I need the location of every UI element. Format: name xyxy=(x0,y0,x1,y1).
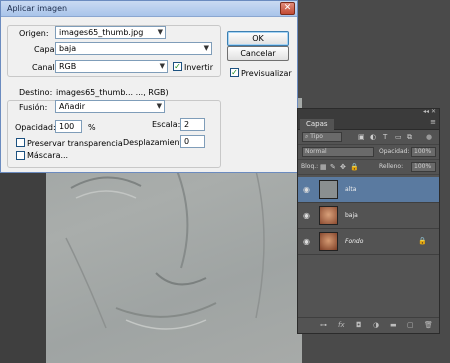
layer-name: baja xyxy=(345,212,358,219)
dialog-titlebar: Aplicar imagen ✕ xyxy=(1,1,297,17)
collapse-icon[interactable]: ◂◂ ✕ xyxy=(423,108,436,115)
layer-name: Fondo xyxy=(345,238,364,245)
capa-label: Capa: xyxy=(34,45,58,54)
fill-field[interactable]: 100% xyxy=(411,162,436,172)
panel-footer: ⊶ fx ◘ ◑ ▬ ▢ 🗑 xyxy=(298,317,439,333)
escala-input[interactable]: 2 xyxy=(180,118,205,131)
capa-value: baja xyxy=(59,44,77,53)
visibility-eye-icon[interactable]: ◉ xyxy=(303,237,310,246)
origen-label: Origen: xyxy=(19,29,49,38)
filter-row: ⌕ Tipo ▣ ◐ T ▭ ⧉ ● xyxy=(298,130,439,145)
canal-value: RGB xyxy=(59,62,77,71)
lock-pixels-icon[interactable]: ✎ xyxy=(330,163,336,171)
chevron-down-icon: ▼ xyxy=(203,44,209,52)
opacidad-unit: % xyxy=(88,123,96,132)
fusion-label: Fusión: xyxy=(19,103,48,112)
layer-thumbnail xyxy=(319,232,338,251)
tab-capas[interactable]: Capas xyxy=(300,119,334,130)
fill-label: Relleno: xyxy=(379,163,404,170)
filter-toggle-icon[interactable]: ● xyxy=(426,133,432,141)
canal-select[interactable]: RGB ▼ xyxy=(55,60,168,73)
filter-select[interactable]: ⌕ Tipo xyxy=(302,132,342,142)
opacity-label: Opacidad: xyxy=(379,148,410,155)
desplazamiento-input[interactable]: 0 xyxy=(180,135,205,148)
folder-icon[interactable]: ▬ xyxy=(390,321,397,329)
panel-header-strip: ◂◂ ✕ xyxy=(298,108,439,117)
layer-fondo[interactable]: ◉ Fondo 🔒 xyxy=(298,229,439,255)
filter-label: Tipo xyxy=(310,133,323,140)
smart-object-filter-icon[interactable]: ⧉ xyxy=(407,133,412,142)
blend-mode-value: Normal xyxy=(305,148,327,155)
close-icon[interactable]: ✕ xyxy=(280,2,295,15)
opacidad-label: Opacidad: xyxy=(15,123,56,132)
layer-thumbnail xyxy=(319,206,338,225)
shape-filter-icon[interactable]: ▭ xyxy=(395,133,402,141)
preservar-label: Preservar transparencia xyxy=(27,139,123,148)
apply-image-dialog: Aplicar imagen ✕ Origen: images65_thumb.… xyxy=(0,0,298,173)
text-filter-icon[interactable]: T xyxy=(383,133,387,141)
link-icon[interactable]: ⊶ xyxy=(320,321,327,329)
trash-icon[interactable]: 🗑 xyxy=(424,321,433,329)
opacity-field[interactable]: 100% xyxy=(411,147,436,157)
lock-label: Bloq.: xyxy=(301,163,319,170)
chevron-down-icon: ▼ xyxy=(159,62,165,70)
adjustment-filter-icon[interactable]: ◐ xyxy=(370,133,376,141)
chevron-down-icon: ▼ xyxy=(157,28,163,36)
layer-baja[interactable]: ◉ baja xyxy=(298,203,439,229)
lock-icon: 🔒 xyxy=(418,237,427,245)
opacidad-input[interactable]: 100 xyxy=(55,120,82,133)
visibility-eye-icon[interactable]: ◉ xyxy=(303,185,310,194)
mask-icon[interactable]: ◘ xyxy=(356,321,362,329)
dialog-title: Aplicar imagen xyxy=(7,4,68,13)
canal-label: Canal: xyxy=(32,63,58,72)
capa-select[interactable]: baja ▼ xyxy=(55,42,212,55)
origen-select[interactable]: images65_thumb.jpg ▼ xyxy=(55,26,166,39)
image-filter-icon[interactable]: ▣ xyxy=(358,133,365,141)
escala-value: 2 xyxy=(184,120,190,129)
fusion-value: Añadir xyxy=(59,102,86,111)
visibility-eye-icon[interactable]: ◉ xyxy=(303,211,310,220)
previsualizar-label: Previsualizar xyxy=(241,69,292,78)
chevron-down-icon: ▼ xyxy=(156,102,162,110)
new-layer-icon[interactable]: ▢ xyxy=(407,321,414,329)
fusion-select[interactable]: Añadir ▼ xyxy=(55,100,165,113)
escala-label: Escala: xyxy=(152,120,181,129)
layers-list: ◉ alta ◉ baja ◉ Fondo 🔒 xyxy=(298,175,439,305)
previsualizar-checkbox[interactable]: ✓ xyxy=(230,68,239,77)
origen-value: images65_thumb.jpg xyxy=(59,28,144,37)
ok-button[interactable]: OK xyxy=(227,31,289,46)
destino-label: Destino: xyxy=(19,88,53,97)
lock-row: Bloq.: ▦ ✎ ✥ 🔒 Relleno: 100% xyxy=(298,160,439,175)
blend-mode-select[interactable]: Normal xyxy=(302,147,374,157)
desplazamiento-value: 0 xyxy=(184,137,190,146)
cancel-button[interactable]: Cancelar xyxy=(227,46,289,61)
layers-panel: ◂◂ ✕ Capas ≡ ⌕ Tipo ▣ ◐ T ▭ ⧉ ● Normal O… xyxy=(297,108,440,334)
fill-value: 100% xyxy=(414,163,432,170)
invertir-checkbox[interactable]: ✓ xyxy=(173,62,182,71)
opacidad-value: 100 xyxy=(59,122,75,131)
layer-thumbnail xyxy=(319,180,338,199)
mascara-checkbox[interactable] xyxy=(16,151,25,160)
destino-value: images65_thumb... ..., RGB) xyxy=(56,88,169,97)
panel-tabs: Capas ≡ xyxy=(298,117,439,130)
blend-row: Normal Opacidad: 100% xyxy=(298,145,439,160)
layer-alta[interactable]: ◉ alta xyxy=(298,177,439,203)
adjustment-icon[interactable]: ◑ xyxy=(373,321,379,329)
lock-position-icon[interactable]: ✥ xyxy=(340,163,346,171)
fx-icon[interactable]: fx xyxy=(338,321,345,329)
lock-all-icon[interactable]: 🔒 xyxy=(350,163,359,171)
opacity-value: 100% xyxy=(414,148,432,155)
preservar-checkbox[interactable] xyxy=(16,138,25,147)
lock-transparent-icon[interactable]: ▦ xyxy=(320,163,327,171)
search-icon: ⌕ xyxy=(305,133,309,140)
layer-name: alta xyxy=(345,186,357,193)
panel-menu-icon[interactable]: ≡ xyxy=(430,118,436,126)
invertir-label: Invertir xyxy=(184,63,214,72)
mascara-label: Máscara... xyxy=(27,151,69,160)
